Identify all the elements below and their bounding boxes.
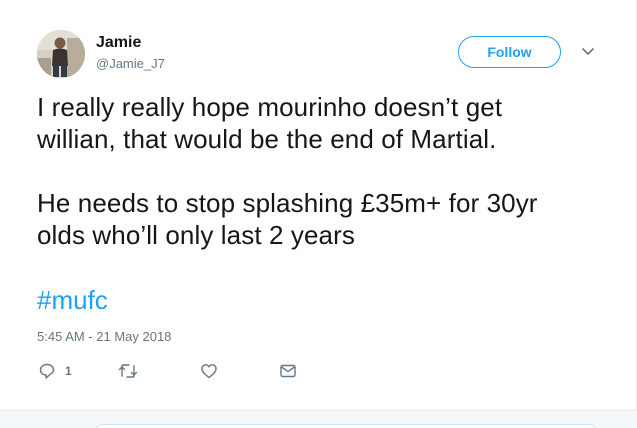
- retweet-button[interactable]: [118, 362, 138, 380]
- avatar[interactable]: [37, 30, 85, 78]
- like-icon: [200, 362, 218, 380]
- reply-icon: [38, 362, 56, 380]
- tweet-text-line: He needs to stop splashing £35m+ for 30y…: [37, 188, 538, 218]
- retweet-icon: [118, 362, 138, 380]
- reply-count: 1: [65, 364, 72, 378]
- timestamp[interactable]: 5:45 AM - 21 May 2018: [37, 329, 171, 345]
- tweet-text-line: I really really hope mourinho doesn’t ge…: [37, 92, 503, 122]
- reply-input[interactable]: [96, 424, 596, 428]
- chevron-down-icon[interactable]: [580, 45, 596, 57]
- avatar-photo: [37, 30, 85, 78]
- direct-message-icon: [279, 362, 297, 380]
- author-handle[interactable]: @Jamie_J7: [96, 56, 165, 72]
- hashtag-link[interactable]: #mufc: [37, 284, 108, 316]
- author-name[interactable]: Jamie: [96, 34, 141, 52]
- tweet-text: I really really hope mourinho doesn’t ge…: [37, 91, 617, 251]
- like-button[interactable]: [200, 362, 218, 380]
- tweet-card: Jamie @Jamie_J7 Follow I really really h…: [0, 0, 637, 428]
- direct-message-button[interactable]: [279, 362, 297, 380]
- reply-button[interactable]: 1: [38, 362, 72, 380]
- follow-button[interactable]: Follow: [458, 36, 561, 68]
- tweet-text-line: willian, that would be the end of Martia…: [37, 124, 497, 154]
- tweet-text-line: olds who’ll only last 2 years: [37, 220, 355, 250]
